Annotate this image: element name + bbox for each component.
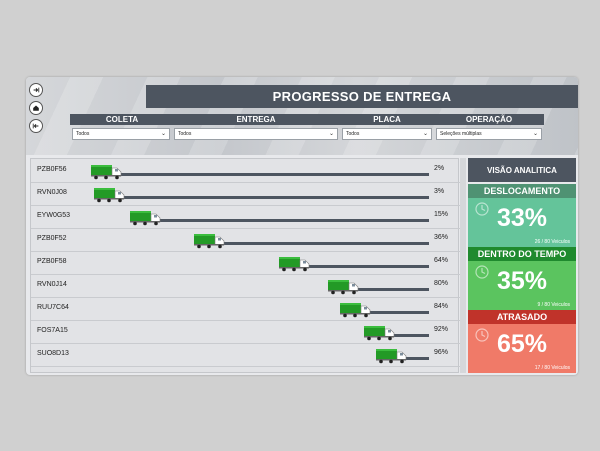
kpi-deslocamento-count: 26 / 80 Veiculos <box>534 239 570 245</box>
progress-percent: 96% <box>434 349 449 356</box>
truck-icon <box>91 165 122 180</box>
filter-label-operacao: OPERAÇÃO <box>465 115 513 124</box>
kpi-deslocamento-body: 33% 26 / 80 Veiculos <box>468 198 576 247</box>
vehicle-plate: PZB0F52 <box>37 235 67 242</box>
filter-label-coleta: COLETA <box>105 115 139 124</box>
kpi-dentro-do-tempo-count: 9 / 80 Veiculos <box>537 302 570 308</box>
home-icon <box>33 105 39 111</box>
vehicle-plate: PZB0F58 <box>37 258 67 265</box>
kpi-dentro-do-tempo-body: 35% 9 / 80 Veiculos <box>468 261 576 310</box>
progress-track <box>358 288 429 291</box>
kpi-atrasado-count: 17 / 80 Veiculos <box>534 365 570 371</box>
filter-label-placa: PLACA <box>373 115 401 124</box>
progress-percent: 2% <box>434 165 445 172</box>
delivery-row[interactable]: SUO8D13 96% <box>31 344 460 367</box>
truck-icon <box>130 211 161 226</box>
operacao-select[interactable]: Seleções múltiplas ⌄ <box>436 128 542 140</box>
kpi-deslocamento-value: 33% <box>496 204 548 232</box>
progress-track <box>309 265 429 268</box>
truck-icon <box>376 349 407 364</box>
vehicle-plate: PZB0F56 <box>37 166 67 173</box>
report-frame: PROGRESSO DE ENTREGA COLETA ENTREGA PLAC… <box>26 77 578 375</box>
coleta-select-value: Todos <box>76 131 90 137</box>
progress-percent: 64% <box>434 257 449 264</box>
chevron-down-icon: ⌄ <box>532 131 538 137</box>
page-title: PROGRESSO DE ENTREGA <box>272 89 452 104</box>
export-icon <box>33 87 40 93</box>
truck-icon <box>194 234 225 249</box>
analytic-view-panel: VISÃO ANALITICA DESLOCAMENTO 33% 26 / 80… <box>468 158 576 373</box>
delivery-row[interactable]: PZB0F56 2% <box>31 160 460 183</box>
progress-track <box>224 242 429 245</box>
delivery-row[interactable]: EYW0G53 15% <box>31 206 460 229</box>
delivery-row[interactable]: PZB0F52 36% <box>31 229 460 252</box>
chevron-down-icon: ⌄ <box>160 131 166 137</box>
filter-label-entrega: ENTREGA <box>236 115 276 124</box>
vehicle-plate: RUU7C64 <box>37 304 69 311</box>
delivery-row[interactable]: PZB0F58 64% <box>31 252 460 275</box>
home-button[interactable] <box>29 101 43 115</box>
kpi-deslocamento: DESLOCAMENTO 33% 26 / 80 Veiculos <box>468 184 576 247</box>
truck-icon <box>340 303 371 318</box>
delivery-row[interactable]: RVN0J08 3% <box>31 183 460 206</box>
progress-track <box>121 173 429 176</box>
vehicle-plate: RVN0J14 <box>37 281 67 288</box>
delivery-row[interactable]: RUU7C64 84% <box>31 298 460 321</box>
progress-percent: 80% <box>434 280 449 287</box>
kpi-atrasado-label: ATRASADO <box>468 310 576 324</box>
progress-track <box>160 219 429 222</box>
operacao-select-value: Seleções múltiplas <box>440 131 482 137</box>
placa-select[interactable]: Todos ⌄ <box>342 128 432 140</box>
entrega-select[interactable]: Todos ⌄ <box>174 128 338 140</box>
back-icon <box>32 123 39 129</box>
progress-track <box>406 357 429 360</box>
truck-icon <box>364 326 395 341</box>
kpi-deslocamento-label: DESLOCAMENTO <box>468 184 576 198</box>
truck-icon <box>94 188 125 203</box>
list-scrollbar[interactable] <box>460 158 466 373</box>
kpi-atrasado-body: 65% 17 / 80 Veiculos <box>468 324 576 373</box>
truck-icon <box>279 257 310 272</box>
vehicle-plate: RVN0J08 <box>37 189 67 196</box>
vehicle-plate: SUO8D13 <box>37 350 69 357</box>
kpi-atrasado: ATRASADO 65% 17 / 80 Veiculos <box>468 310 576 373</box>
analytic-view-title: VISÃO ANALITICA <box>468 158 576 182</box>
progress-track <box>370 311 429 314</box>
progress-percent: 15% <box>434 211 449 218</box>
placa-select-value: Todos <box>346 131 360 137</box>
progress-percent: 36% <box>434 234 449 241</box>
kpi-atrasado-value: 65% <box>496 330 548 358</box>
progress-percent: 84% <box>434 303 449 310</box>
delivery-row[interactable]: FOS7A15 92% <box>31 321 460 344</box>
progress-track <box>394 334 429 337</box>
truck-icon <box>328 280 359 295</box>
delivery-progress-list: PZB0F56 2% RVN0J08 3% EYW0G53 15% PZB0F52 36% PZ… <box>30 158 460 373</box>
progress-percent: 92% <box>434 326 449 333</box>
vehicle-plate: FOS7A15 <box>37 327 68 334</box>
delivery-row[interactable]: RVN0J14 80% <box>31 275 460 298</box>
entrega-select-value: Todos <box>178 131 192 137</box>
progress-track <box>124 196 429 199</box>
export-button[interactable] <box>29 83 43 97</box>
vehicle-plate: EYW0G53 <box>37 212 71 219</box>
page-title-bar: PROGRESSO DE ENTREGA <box>146 85 578 108</box>
kpi-dentro-do-tempo-value: 35% <box>496 267 548 295</box>
progress-percent: 3% <box>434 188 445 195</box>
kpi-dentro-do-tempo-label: DENTRO DO TEMPO <box>468 247 576 261</box>
chevron-down-icon: ⌄ <box>422 131 428 137</box>
coleta-select[interactable]: Todos ⌄ <box>72 128 170 140</box>
back-button[interactable] <box>29 119 43 133</box>
kpi-dentro-do-tempo: DENTRO DO TEMPO 35% 9 / 80 Veiculos <box>468 247 576 310</box>
chevron-down-icon: ⌄ <box>328 131 334 137</box>
